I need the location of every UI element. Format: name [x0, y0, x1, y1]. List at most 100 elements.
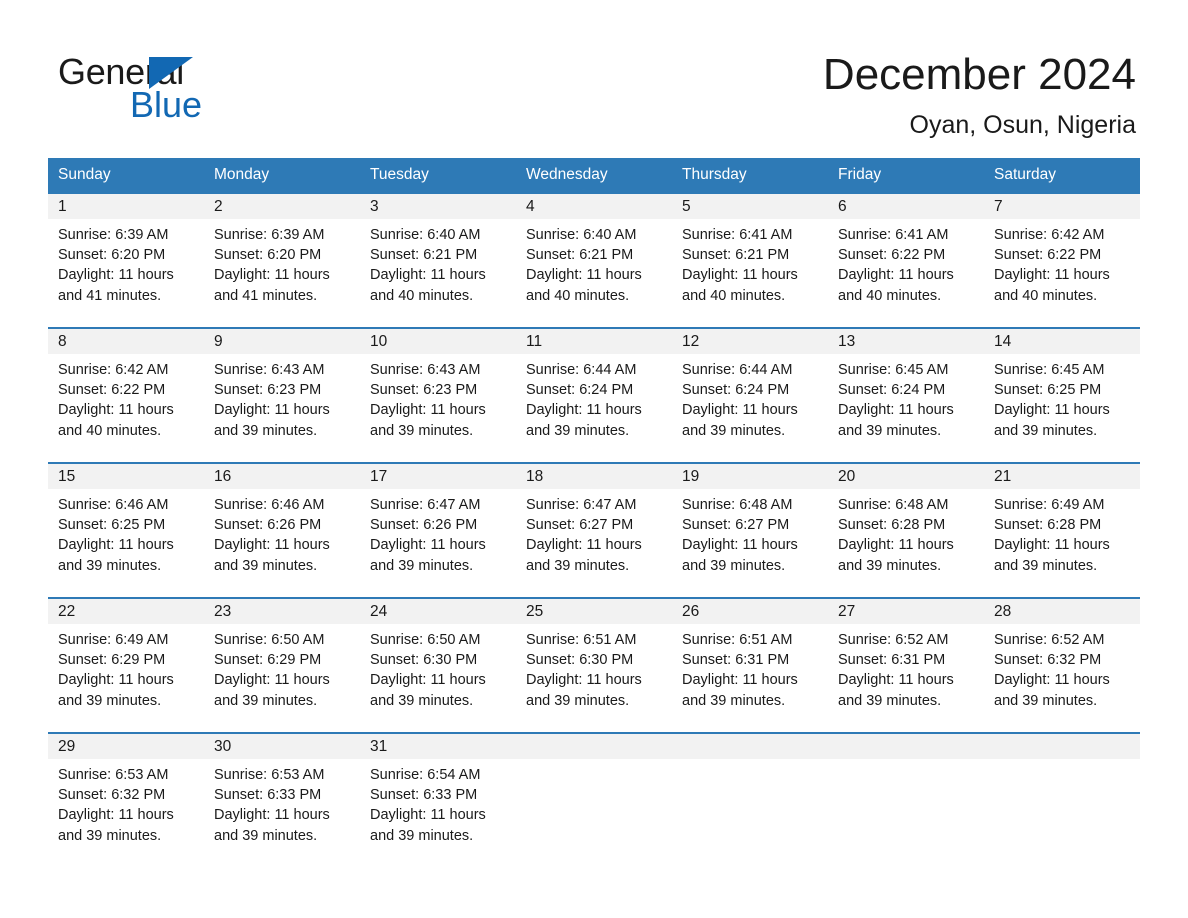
day-cell-content: 22 Sunrise: 6:49 AM Sunset: 6:29 PM Dayligh… — [48, 599, 204, 732]
location-subtitle: Oyan, Osun, Nigeria — [909, 111, 1137, 139]
calendar-day-cell[interactable]: 26 Sunrise: 6:51 AM Sunset: 6:31 PM Dayligh… — [672, 597, 828, 733]
calendar-day-cell[interactable]: 22 Sunrise: 6:49 AM Sunset: 6:29 PM Dayligh… — [48, 597, 204, 733]
day-cell-content: 28 Sunrise: 6:52 AM Sunset: 6:32 PM Dayligh… — [984, 599, 1140, 732]
daylight-text-line2: and 39 minutes. — [214, 827, 318, 844]
daylight-text-line1: Daylight: 11 hours — [682, 672, 798, 689]
calendar-day-cell[interactable]: 13 Sunrise: 6:45 AM Sunset: 6:24 PM Dayligh… — [828, 327, 984, 463]
calendar-day-cell[interactable]: 29 Sunrise: 6:53 AM Sunset: 6:32 PM Dayligh… — [48, 732, 204, 867]
weekday-header-thursday: Thursday — [672, 158, 828, 193]
daylight-text-line2: and 40 minutes. — [58, 422, 162, 439]
sunset-text: Sunset: 6:29 PM — [214, 652, 322, 669]
day-info: Sunrise: 6:54 AM Sunset: 6:33 PM Daylight:… — [360, 759, 516, 846]
day-number: 25 — [526, 603, 544, 620]
sunset-text: Sunset: 6:23 PM — [370, 382, 478, 399]
calendar-day-cell[interactable]: 25 Sunrise: 6:51 AM Sunset: 6:30 PM Dayligh… — [516, 597, 672, 733]
day-number: 8 — [58, 333, 67, 350]
daylight-text-line1: Daylight: 11 hours — [994, 672, 1110, 689]
day-number-strip — [828, 734, 984, 759]
day-number-strip: 13 — [828, 329, 984, 354]
day-number-strip: 2 — [204, 194, 360, 219]
daylight-text-line1: Daylight: 11 hours — [370, 537, 486, 554]
calendar-table: Sunday Monday Tuesday Wednesday Thursday… — [48, 158, 1140, 867]
daylight-text-line1: Daylight: 11 hours — [214, 267, 330, 284]
calendar-day-cell[interactable]: 30 Sunrise: 6:53 AM Sunset: 6:33 PM Dayligh… — [204, 732, 360, 867]
day-number: 9 — [214, 333, 223, 350]
calendar-day-cell[interactable]: 7 Sunrise: 6:42 AM Sunset: 6:22 PM Daylight… — [984, 192, 1140, 328]
day-cell-content: 20 Sunrise: 6:48 AM Sunset: 6:28 PM Dayligh… — [828, 464, 984, 597]
day-number-strip: 15 — [48, 464, 204, 489]
calendar-day-cell[interactable]: 21 Sunrise: 6:49 AM Sunset: 6:28 PM Dayligh… — [984, 462, 1140, 598]
calendar-day-cell[interactable]: 17 Sunrise: 6:47 AM Sunset: 6:26 PM Dayligh… — [360, 462, 516, 598]
day-info: Sunrise: 6:46 AM Sunset: 6:26 PM Daylight:… — [204, 489, 360, 576]
calendar-day-cell[interactable]: 9 Sunrise: 6:43 AM Sunset: 6:23 PM Daylight… — [204, 327, 360, 463]
calendar-day-cell[interactable]: 19 Sunrise: 6:48 AM Sunset: 6:27 PM Dayligh… — [672, 462, 828, 598]
calendar-day-cell[interactable]: 20 Sunrise: 6:48 AM Sunset: 6:28 PM Dayligh… — [828, 462, 984, 598]
calendar-day-cell[interactable]: 2 Sunrise: 6:39 AM Sunset: 6:20 PM Daylight… — [204, 192, 360, 328]
day-number-strip: 29 — [48, 734, 204, 759]
daylight-text-line1: Daylight: 11 hours — [58, 807, 174, 824]
day-info: Sunrise: 6:53 AM Sunset: 6:33 PM Daylight:… — [204, 759, 360, 846]
day-number-strip: 24 — [360, 599, 516, 624]
calendar-cell-empty — [984, 732, 1140, 867]
calendar-day-cell[interactable]: 11 Sunrise: 6:44 AM Sunset: 6:24 PM Dayligh… — [516, 327, 672, 463]
calendar-day-cell[interactable]: 16 Sunrise: 6:46 AM Sunset: 6:26 PM Dayligh… — [204, 462, 360, 598]
sunset-text: Sunset: 6:33 PM — [214, 787, 322, 804]
sunrise-text: Sunrise: 6:40 AM — [526, 227, 637, 243]
day-number: 22 — [58, 603, 76, 620]
calendar-day-cell[interactable]: 3 Sunrise: 6:40 AM Sunset: 6:21 PM Daylight… — [360, 192, 516, 328]
day-number: 23 — [214, 603, 232, 620]
calendar-day-cell[interactable]: 12 Sunrise: 6:44 AM Sunset: 6:24 PM Dayligh… — [672, 327, 828, 463]
day-number-strip: 1 — [48, 194, 204, 219]
day-cell-content: 19 Sunrise: 6:48 AM Sunset: 6:27 PM Dayligh… — [672, 464, 828, 597]
day-number-strip: 17 — [360, 464, 516, 489]
daylight-text-line2: and 39 minutes. — [526, 692, 630, 709]
day-number-strip: 7 — [984, 194, 1140, 219]
sunrise-text: Sunrise: 6:47 AM — [526, 497, 637, 513]
daylight-text-line1: Daylight: 11 hours — [58, 672, 174, 689]
calendar-day-cell[interactable]: 14 Sunrise: 6:45 AM Sunset: 6:25 PM Dayligh… — [984, 327, 1140, 463]
daylight-text-line1: Daylight: 11 hours — [682, 267, 798, 284]
calendar-day-cell[interactable]: 27 Sunrise: 6:52 AM Sunset: 6:31 PM Dayligh… — [828, 597, 984, 733]
day-cell-content: 13 Sunrise: 6:45 AM Sunset: 6:24 PM Dayligh… — [828, 329, 984, 462]
calendar-day-cell[interactable]: 6 Sunrise: 6:41 AM Sunset: 6:22 PM Daylight… — [828, 192, 984, 328]
sunrise-text: Sunrise: 6:44 AM — [682, 362, 793, 378]
day-number-strip: 20 — [828, 464, 984, 489]
calendar-week-row: 22 Sunrise: 6:49 AM Sunset: 6:29 PM Dayligh… — [48, 597, 1140, 733]
calendar-day-cell[interactable]: 8 Sunrise: 6:42 AM Sunset: 6:22 PM Daylight… — [48, 327, 204, 463]
sunset-text: Sunset: 6:23 PM — [214, 382, 322, 399]
day-number: 30 — [214, 738, 232, 755]
day-info: Sunrise: 6:40 AM Sunset: 6:21 PM Daylight:… — [516, 219, 672, 306]
daylight-text-line1: Daylight: 11 hours — [838, 672, 954, 689]
daylight-text-line1: Daylight: 11 hours — [838, 267, 954, 284]
day-number: 10 — [370, 333, 388, 350]
calendar-day-cell[interactable]: 10 Sunrise: 6:43 AM Sunset: 6:23 PM Dayligh… — [360, 327, 516, 463]
calendar-day-cell[interactable]: 24 Sunrise: 6:50 AM Sunset: 6:30 PM Dayligh… — [360, 597, 516, 733]
sunrise-text: Sunrise: 6:39 AM — [214, 227, 325, 243]
day-number-strip: 4 — [516, 194, 672, 219]
daylight-text-line1: Daylight: 11 hours — [682, 537, 798, 554]
sunrise-text: Sunrise: 6:48 AM — [682, 497, 793, 513]
calendar-day-cell[interactable]: 1 Sunrise: 6:39 AM Sunset: 6:20 PM Daylight… — [48, 192, 204, 328]
daylight-text-line2: and 41 minutes. — [214, 287, 318, 304]
day-number-strip: 11 — [516, 329, 672, 354]
sunset-text: Sunset: 6:32 PM — [58, 787, 166, 804]
day-cell-content: 30 Sunrise: 6:53 AM Sunset: 6:33 PM Dayligh… — [204, 734, 360, 867]
calendar-day-cell[interactable]: 4 Sunrise: 6:40 AM Sunset: 6:21 PM Daylight… — [516, 192, 672, 328]
sunrise-text: Sunrise: 6:46 AM — [58, 497, 169, 513]
day-number: 3 — [370, 198, 379, 215]
calendar-day-cell[interactable]: 31 Sunrise: 6:54 AM Sunset: 6:33 PM Dayligh… — [360, 732, 516, 867]
brand-logo: General Blue — [58, 52, 398, 125]
calendar-day-cell[interactable]: 15 Sunrise: 6:46 AM Sunset: 6:25 PM Dayligh… — [48, 462, 204, 598]
sunset-text: Sunset: 6:21 PM — [370, 247, 478, 264]
daylight-text-line1: Daylight: 11 hours — [994, 402, 1110, 419]
day-cell-content: 15 Sunrise: 6:46 AM Sunset: 6:25 PM Dayligh… — [48, 464, 204, 597]
daylight-text-line2: and 39 minutes. — [838, 557, 942, 574]
calendar-day-cell[interactable]: 5 Sunrise: 6:41 AM Sunset: 6:21 PM Daylight… — [672, 192, 828, 328]
daylight-text-line1: Daylight: 11 hours — [370, 267, 486, 284]
calendar-day-cell[interactable]: 18 Sunrise: 6:47 AM Sunset: 6:27 PM Dayligh… — [516, 462, 672, 598]
day-info: Sunrise: 6:49 AM Sunset: 6:29 PM Daylight:… — [48, 624, 204, 711]
day-number: 6 — [838, 198, 847, 215]
calendar-day-cell[interactable]: 28 Sunrise: 6:52 AM Sunset: 6:32 PM Dayligh… — [984, 597, 1140, 733]
calendar-day-cell[interactable]: 23 Sunrise: 6:50 AM Sunset: 6:29 PM Dayligh… — [204, 597, 360, 733]
day-info: Sunrise: 6:41 AM Sunset: 6:22 PM Daylight:… — [828, 219, 984, 306]
